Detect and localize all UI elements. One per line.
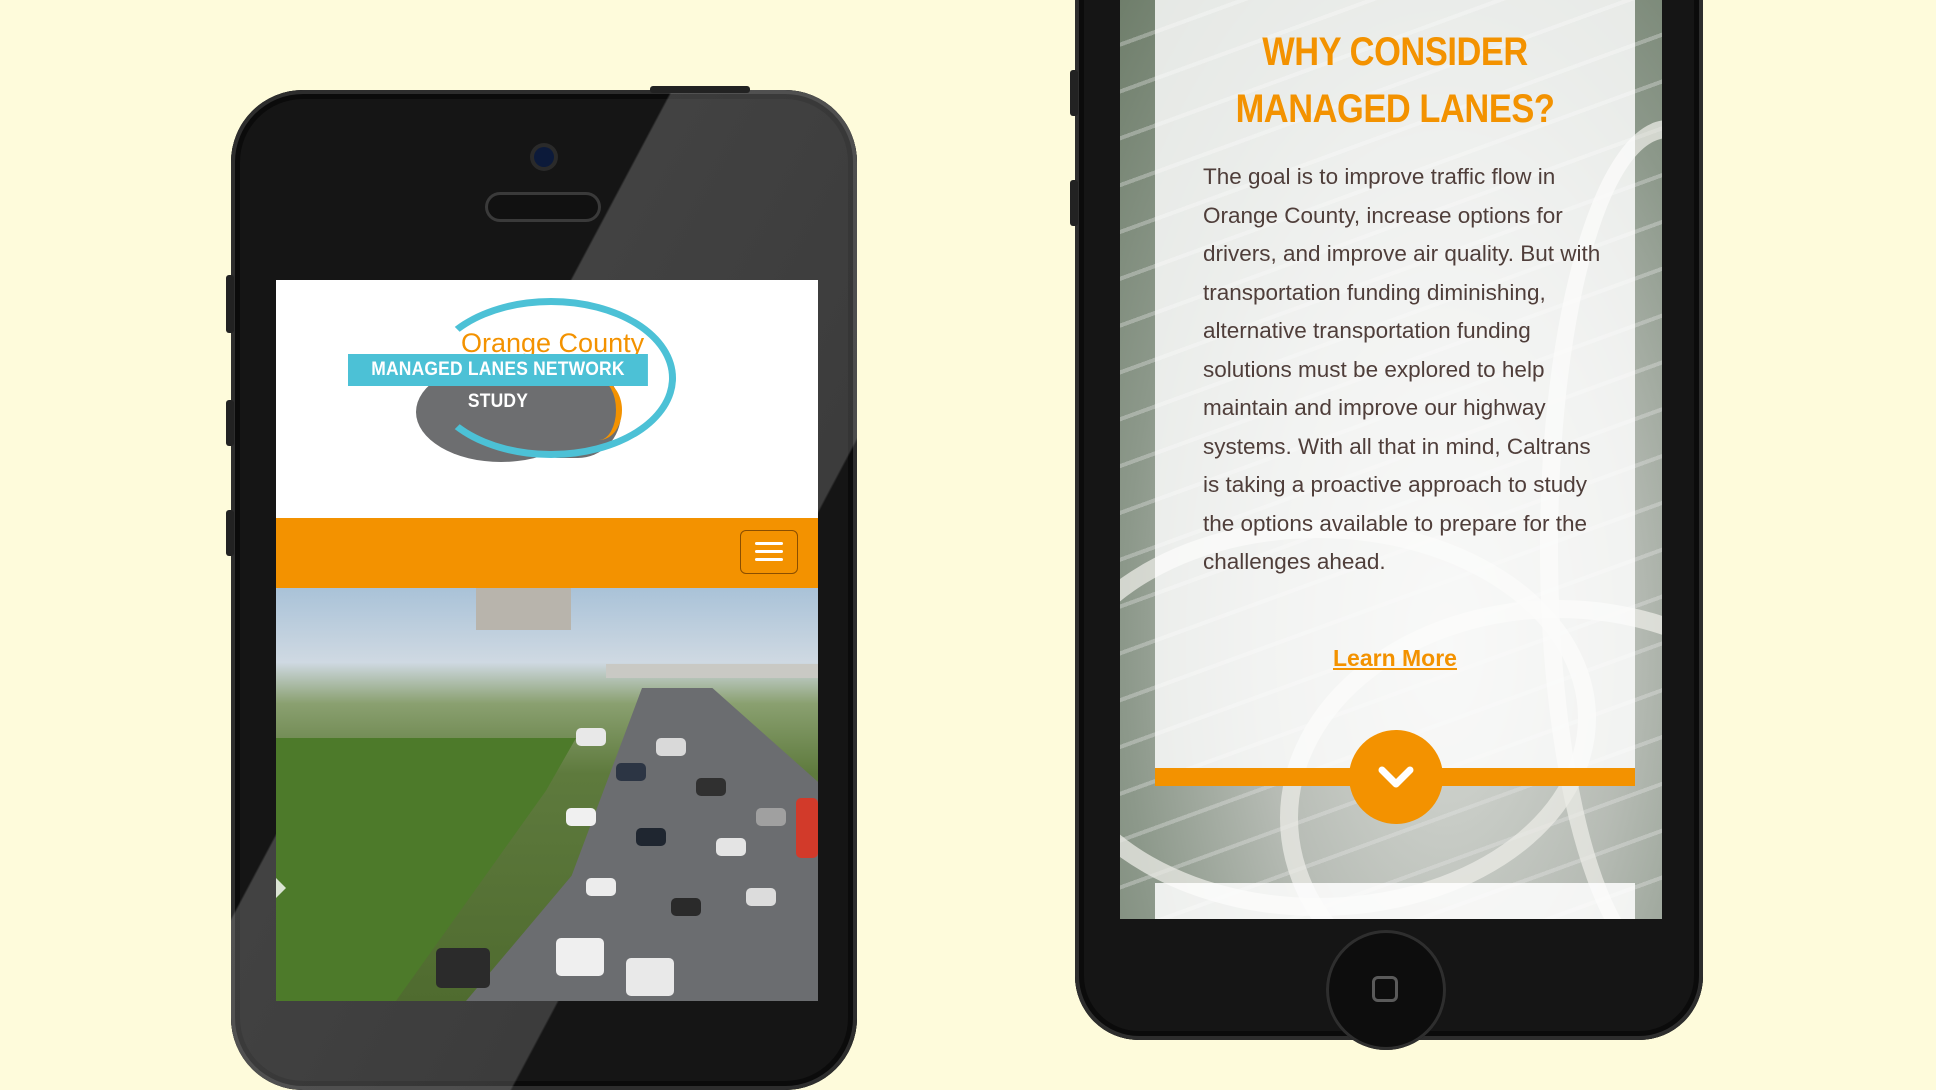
car xyxy=(636,828,666,846)
car xyxy=(566,808,596,826)
car xyxy=(756,808,786,826)
car xyxy=(616,763,646,781)
content-card: WHY CONSIDER MANAGED LANES? The goal is … xyxy=(1155,0,1635,785)
car xyxy=(656,738,686,756)
car xyxy=(436,948,490,988)
hero-image xyxy=(276,588,818,1001)
power-button xyxy=(650,86,750,93)
car xyxy=(556,938,604,976)
car xyxy=(576,728,606,746)
truck xyxy=(796,798,818,858)
volume-down-button xyxy=(1070,180,1078,226)
front-camera xyxy=(534,147,554,167)
volume-up-button xyxy=(226,400,234,446)
right-phone-screen: WHY CONSIDER MANAGED LANES? The goal is … xyxy=(1120,0,1662,919)
car xyxy=(586,878,616,896)
hero-overpass xyxy=(606,664,818,678)
scroll-down-button[interactable] xyxy=(1349,730,1443,824)
left-phone-screen: Orange County MANAGED LANES NETWORK STUD… xyxy=(276,280,818,1001)
next-content-card xyxy=(1155,883,1635,919)
section-body: The goal is to improve traffic flow in O… xyxy=(1203,164,1601,574)
home-square-icon xyxy=(1372,976,1398,1002)
mute-switch xyxy=(226,275,234,333)
car xyxy=(671,898,701,916)
car xyxy=(716,838,746,856)
nav-bar xyxy=(276,518,818,588)
chevron-down-icon xyxy=(1378,766,1414,788)
car xyxy=(746,888,776,906)
learn-more-link[interactable]: Learn More xyxy=(1155,645,1635,672)
car xyxy=(696,778,726,796)
volume-down-button xyxy=(226,510,234,556)
volume-up-button xyxy=(1070,70,1078,116)
earpiece-speaker xyxy=(488,195,598,219)
hero-building xyxy=(476,588,571,630)
hamburger-menu-icon[interactable] xyxy=(740,530,798,574)
car xyxy=(626,958,674,996)
chevron-right-icon[interactable] xyxy=(276,878,286,898)
logo-banner-text: MANAGED LANES NETWORK STUDY xyxy=(348,354,648,412)
section-title: WHY CONSIDER MANAGED LANES? xyxy=(1235,30,1555,131)
home-button xyxy=(1326,930,1446,1050)
site-header: Orange County MANAGED LANES NETWORK STUD… xyxy=(276,280,818,518)
